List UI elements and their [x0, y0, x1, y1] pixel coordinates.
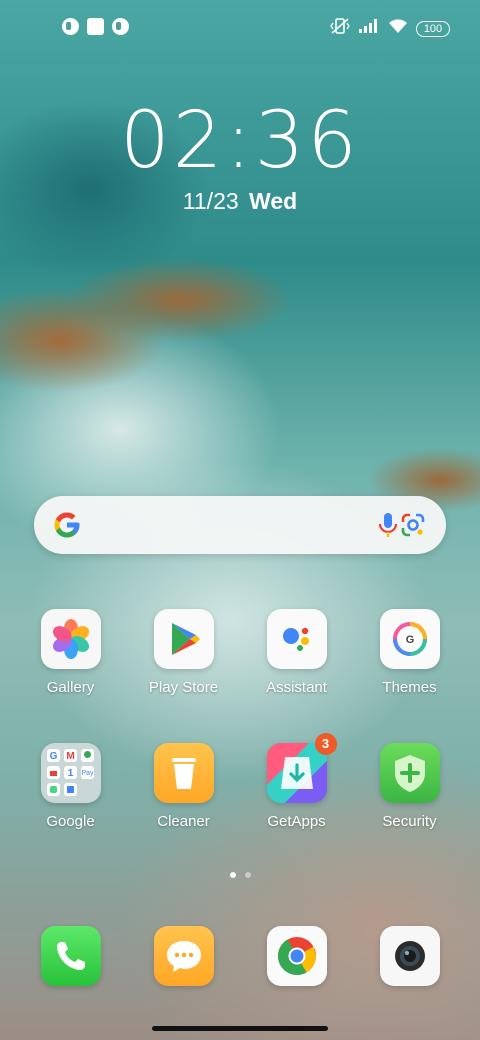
- getapps-icon: 3: [266, 733, 337, 803]
- mic-icon[interactable]: [375, 511, 401, 539]
- app-label: Google: [46, 813, 95, 830]
- app-label: Cleaner: [157, 813, 210, 830]
- app-label: Assistant: [266, 679, 327, 696]
- gesture-nav-bar[interactable]: [152, 1026, 328, 1031]
- notification-icons: [62, 18, 129, 35]
- page-dot: [244, 872, 251, 878]
- messaging-icon: [153, 926, 214, 986]
- app-label: Gallery: [46, 679, 95, 696]
- app-gallery[interactable]: Gallery: [14, 609, 127, 696]
- wifi-icon: [388, 18, 408, 39]
- page-dot-active: [229, 872, 236, 878]
- notification-icon: [87, 18, 104, 35]
- google-folder-icon: G M 1 Pay: [40, 743, 101, 803]
- system-icons: 100: [330, 17, 450, 40]
- cleaner-icon: [153, 743, 214, 803]
- date-day: Wed: [249, 188, 298, 214]
- assistant-icon: [266, 609, 327, 669]
- app-label: Themes: [382, 679, 437, 696]
- app-security[interactable]: Security: [353, 743, 466, 830]
- gallery-icon: [40, 609, 101, 669]
- vibrate-mute-icon: [330, 17, 350, 40]
- app-label: Play Store: [148, 679, 219, 696]
- date-number: 11/23: [182, 188, 239, 214]
- app-chrome[interactable]: [240, 926, 353, 986]
- svg-text:M: M: [66, 751, 74, 762]
- security-icon: [379, 743, 440, 803]
- app-grid-row-2: G M 1 Pay Google Cleaner 3 GetApps Secur…: [14, 733, 466, 830]
- signal-icon: [358, 18, 380, 39]
- app-label: GetApps: [267, 813, 326, 830]
- svg-text:G: G: [49, 751, 57, 762]
- app-label: Security: [382, 813, 437, 830]
- notification-icon: [62, 18, 79, 35]
- svg-text:1: 1: [67, 768, 73, 779]
- lockscreen-clock[interactable]: 02:36: [0, 96, 480, 186]
- page-indicator[interactable]: [0, 872, 480, 878]
- app-getapps[interactable]: 3 GetApps: [240, 733, 353, 830]
- battery-icon: 100: [416, 20, 450, 37]
- app-grid-row-1: Gallery Play Store Assistant G Themes: [14, 609, 466, 696]
- app-play-store[interactable]: Play Store: [127, 609, 240, 696]
- google-search-bar[interactable]: [34, 496, 446, 554]
- chrome-icon: [266, 926, 327, 986]
- date-display[interactable]: 11/23 Wed: [0, 188, 480, 215]
- status-bar: 100: [0, 0, 480, 56]
- notification-badge: 3: [314, 733, 337, 755]
- svg-text:G: G: [405, 634, 414, 646]
- folder-google[interactable]: G M 1 Pay Google: [14, 743, 127, 830]
- app-messaging[interactable]: [127, 926, 240, 986]
- app-phone[interactable]: [14, 926, 127, 986]
- themes-icon: G: [379, 609, 440, 669]
- google-g-icon: [52, 510, 82, 540]
- camera-icon: [379, 926, 440, 986]
- app-camera[interactable]: [353, 926, 466, 986]
- app-themes[interactable]: G Themes: [353, 609, 466, 696]
- dock: [14, 926, 466, 986]
- app-assistant[interactable]: Assistant: [240, 609, 353, 696]
- lens-icon[interactable]: [399, 511, 427, 539]
- play-store-icon: [153, 609, 214, 669]
- svg-text:Pay: Pay: [81, 770, 94, 777]
- app-cleaner[interactable]: Cleaner: [127, 743, 240, 830]
- phone-icon: [40, 926, 101, 986]
- notification-icon: [112, 18, 129, 35]
